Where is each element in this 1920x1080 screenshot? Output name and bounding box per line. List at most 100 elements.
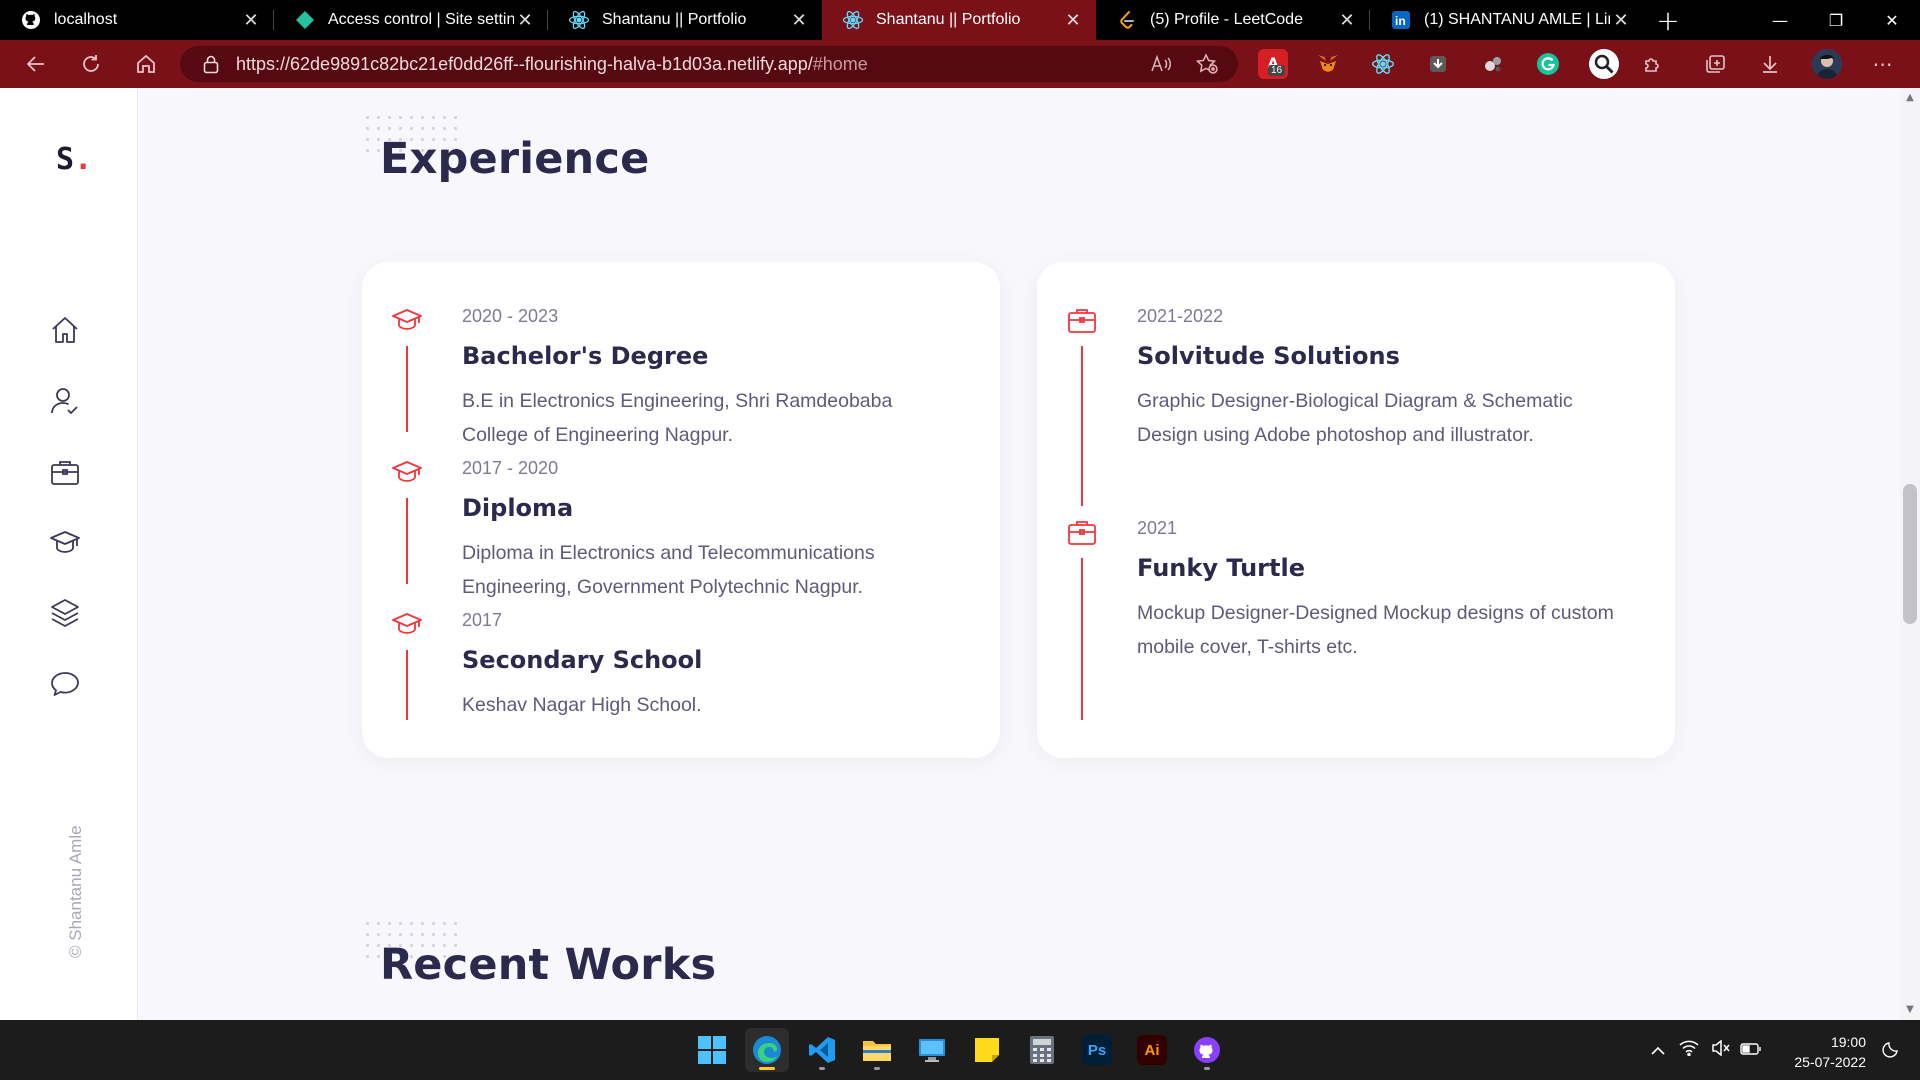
back-button[interactable] <box>8 40 63 88</box>
github-icon <box>20 9 42 31</box>
tab-linkedin[interactable]: in (1) SHANTANU AMLE | LinkedIn ✕ <box>1370 0 1644 40</box>
tab-label: Access control | Site settings <box>328 11 514 28</box>
window-controls: — ❐ ✕ <box>1752 0 1920 40</box>
tab-portfolio-active[interactable]: Shantanu || Portfolio ✕ <box>822 0 1096 40</box>
lock-icon <box>203 55 219 74</box>
close-icon[interactable]: ✕ <box>1062 10 1084 31</box>
close-icon[interactable]: ✕ <box>1610 10 1632 31</box>
close-icon[interactable]: ✕ <box>788 10 810 31</box>
timeline-line <box>1081 346 1083 506</box>
chat-icon <box>51 672 79 696</box>
home-button[interactable] <box>118 40 173 88</box>
windows-taskbar: Ps Ai 19:00 25-07-2022 <box>0 1020 1920 1080</box>
timeline-title: Bachelor's Degree <box>462 342 709 370</box>
recent-works-title: Recent Works <box>380 940 717 990</box>
zoom-search-extension-icon[interactable] <box>1587 47 1621 81</box>
close-window-button[interactable]: ✕ <box>1864 0 1920 40</box>
timeline-description: Mockup Designer-Designed Mockup designs … <box>1137 602 1614 658</box>
tab-label: Shantanu || Portfolio <box>876 11 1021 28</box>
layers-icon <box>51 599 79 627</box>
collections-icon[interactable] <box>1700 49 1730 79</box>
timeline-line <box>406 498 408 584</box>
tab-portfolio-1[interactable]: Shantanu || Portfolio ✕ <box>548 0 822 40</box>
nav-education[interactable] <box>47 524 83 560</box>
url-text: https://62de9891c82bc21ef0dd26ff--flouri… <box>236 54 868 75</box>
battery-icon[interactable] <box>1736 1041 1766 1060</box>
restore-button[interactable]: ❐ <box>1808 0 1864 40</box>
tab-localhost[interactable]: localhost ✕ <box>0 0 274 40</box>
photoshop-icon[interactable]: Ps <box>1075 1028 1119 1072</box>
briefcase-icon <box>1065 516 1099 550</box>
scroll-up-arrow-icon[interactable]: ▲ <box>1904 92 1916 104</box>
grammarly-extension-icon[interactable] <box>1533 49 1563 79</box>
system-clock[interactable]: 19:00 25-07-2022 <box>1776 1032 1866 1072</box>
extensions-puzzle-icon[interactable] <box>1638 49 1668 79</box>
profile-avatar[interactable] <box>1812 49 1842 79</box>
calculator-icon[interactable] <box>1020 1028 1064 1072</box>
github-desktop-icon[interactable] <box>1185 1028 1229 1072</box>
tab-access-control[interactable]: Access control | Site settings ✕ <box>274 0 548 40</box>
nav-works[interactable] <box>47 595 83 631</box>
home-icon <box>136 54 155 73</box>
tab-label: (5) Profile - LeetCode <box>1150 11 1303 28</box>
svg-text:in: in <box>1395 14 1406 28</box>
wifi-icon[interactable] <box>1672 1040 1706 1060</box>
scroll-down-arrow-icon[interactable]: ▼ <box>1904 1004 1916 1016</box>
vscode-icon[interactable] <box>800 1028 844 1072</box>
tab-label: (1) SHANTANU AMLE | LinkedIn <box>1424 11 1610 28</box>
nav-experience[interactable] <box>47 454 83 490</box>
user-icon <box>51 388 78 415</box>
briefcase-icon <box>1065 304 1099 338</box>
running-indicator <box>1204 1067 1210 1070</box>
nav-about[interactable] <box>47 383 83 419</box>
tab-leetcode[interactable]: (5) Profile - LeetCode ✕ <box>1096 0 1370 40</box>
tab-label: localhost <box>54 11 118 28</box>
chevron-up-icon[interactable] <box>1644 1041 1672 1060</box>
url-main: https://62de9891c82bc21ef0dd26ff--flouri… <box>236 53 813 74</box>
graduation-cap-icon <box>390 456 424 490</box>
illustrator-icon[interactable]: Ai <box>1130 1028 1174 1072</box>
work-card: 2021-2022 Solvitude Solutions Graphic De… <box>1037 262 1675 758</box>
speaker-muted-icon[interactable] <box>1706 1039 1736 1060</box>
windows-start-icon[interactable] <box>690 1028 734 1072</box>
timeline-line <box>406 346 408 432</box>
close-icon[interactable]: ✕ <box>240 10 262 31</box>
read-aloud-icon[interactable] <box>1150 54 1172 74</box>
close-icon[interactable]: ✕ <box>1336 10 1358 31</box>
running-indicator <box>874 1067 880 1070</box>
minimize-button[interactable]: — <box>1752 0 1808 40</box>
edge-icon[interactable] <box>745 1028 789 1072</box>
remote-desktop-icon[interactable] <box>910 1028 954 1072</box>
favorite-star-icon[interactable] <box>1195 53 1219 75</box>
new-tab-button[interactable]: + <box>1644 0 1692 40</box>
metamask-extension-icon[interactable] <box>1313 49 1343 79</box>
react-icon <box>842 9 864 31</box>
refresh-button[interactable] <box>63 40 118 88</box>
focus-moon-icon[interactable] <box>1882 1040 1900 1062</box>
timeline-title: Solvitude Solutions <box>1137 342 1400 370</box>
url-bar[interactable]: https://62de9891c82bc21ef0dd26ff--flouri… <box>180 46 1238 82</box>
clock-date: 25-07-2022 <box>1794 1054 1866 1070</box>
running-indicator <box>819 1067 825 1070</box>
nav-contact[interactable] <box>47 666 83 702</box>
close-icon[interactable]: ✕ <box>514 10 536 31</box>
nav-home[interactable] <box>47 312 83 348</box>
download-helper-extension-icon[interactable] <box>1423 49 1453 79</box>
settings-more-icon[interactable]: ⋯ <box>1868 49 1898 79</box>
scrollbar-thumb[interactable] <box>1903 484 1917 624</box>
site-logo[interactable]: S. <box>56 142 92 177</box>
briefcase-icon <box>51 461 79 485</box>
url-hash: #home <box>812 53 868 74</box>
file-explorer-icon[interactable] <box>855 1028 899 1072</box>
timeline-date: 2020 - 2023 <box>462 306 559 326</box>
react-devtools-extension-icon[interactable] <box>1368 49 1398 79</box>
puzzle-piece-extension-icon[interactable] <box>1478 49 1508 79</box>
graduation-cap-icon <box>390 304 424 338</box>
timeline-date: 2021-2022 <box>1137 306 1224 326</box>
timeline-description: Keshav Nagar High School. <box>462 694 702 716</box>
downloads-icon[interactable] <box>1755 49 1785 79</box>
timeline-date: 2017 <box>462 610 503 630</box>
timeline-description: Diploma in Electronics and Telecommunica… <box>462 542 875 598</box>
sticky-notes-icon[interactable] <box>965 1028 1009 1072</box>
adblock-extension-icon[interactable]: A 16 <box>1258 49 1288 79</box>
